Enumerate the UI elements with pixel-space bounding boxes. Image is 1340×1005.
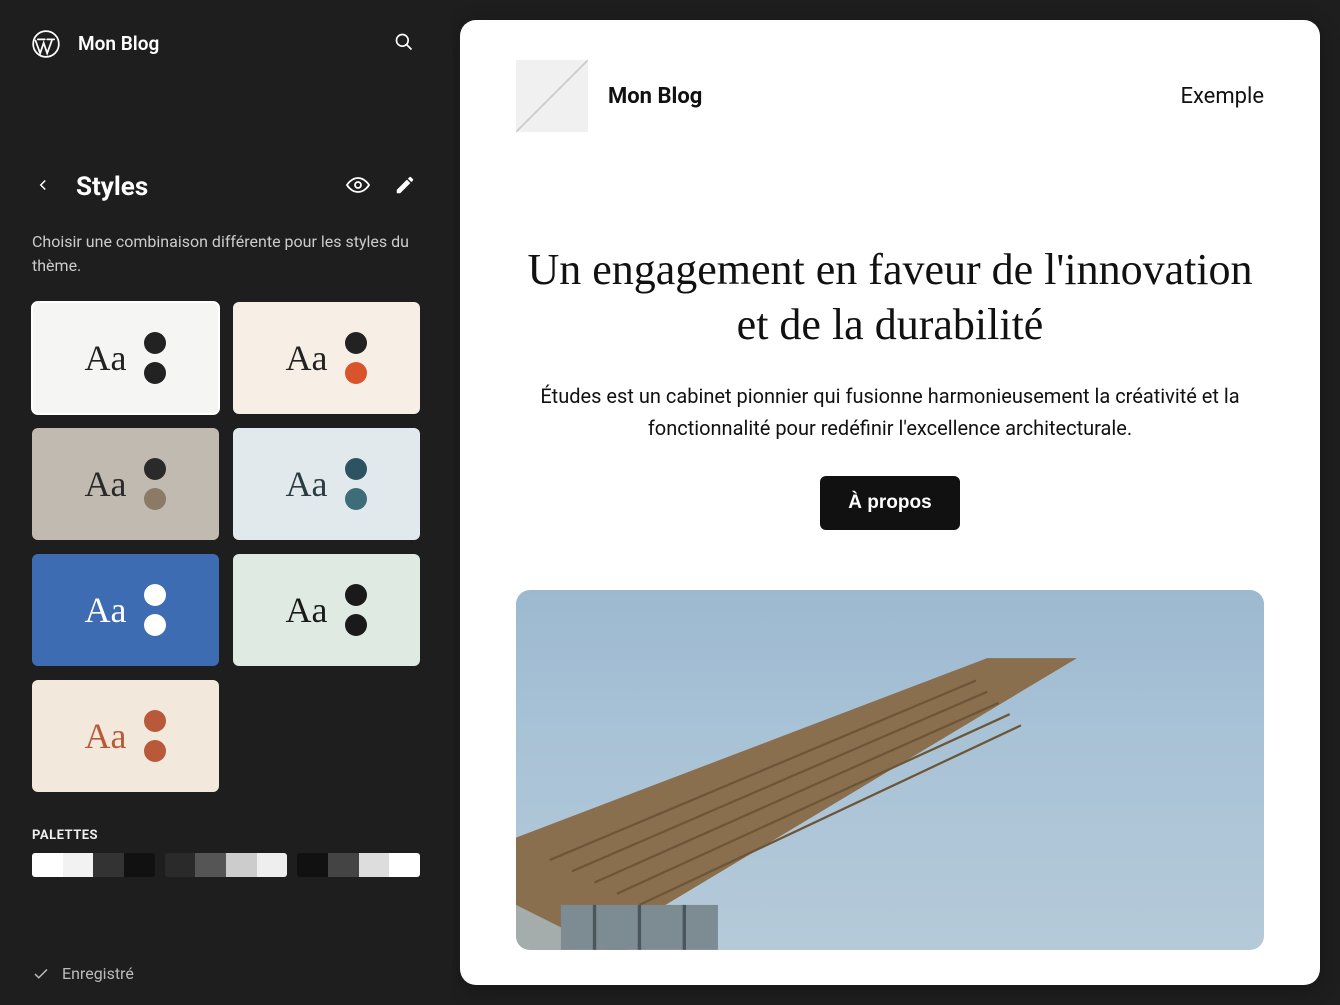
variation-sample-text: Aa — [286, 337, 328, 379]
preview-hero-image — [516, 590, 1264, 950]
preview-cta-button[interactable]: À propos — [820, 476, 959, 530]
preview-site-title[interactable]: Mon Blog — [608, 84, 1160, 109]
variation-color-dots — [144, 458, 166, 510]
style-variation-6[interactable]: Aa — [32, 680, 219, 792]
saved-status: Enregistré — [62, 964, 134, 983]
back-button[interactable] — [30, 172, 56, 201]
site-preview: Mon Blog Exemple Un engagement en faveur… — [460, 20, 1320, 985]
palette-0[interactable] — [32, 853, 155, 877]
palette-2[interactable] — [297, 853, 420, 877]
variation-sample-text: Aa — [85, 463, 127, 505]
variation-color-dots — [144, 584, 166, 636]
variation-color-dots — [144, 710, 166, 762]
preview-site-logo[interactable] — [516, 60, 588, 132]
eye-icon — [346, 173, 370, 197]
preview-hero: Un engagement en faveur de l'innovation … — [460, 172, 1320, 530]
search-button[interactable] — [386, 24, 422, 63]
style-variation-1[interactable]: Aa — [233, 302, 420, 414]
pencil-icon — [394, 174, 416, 196]
variation-sample-text: Aa — [286, 589, 328, 631]
style-variation-0[interactable]: Aa — [32, 302, 219, 414]
search-icon — [394, 32, 414, 52]
preview-header: Mon Blog Exemple — [460, 20, 1320, 172]
variation-color-dots — [345, 458, 367, 510]
variation-sample-text: Aa — [85, 589, 127, 631]
site-title[interactable]: Mon Blog — [78, 32, 370, 55]
edit-button[interactable] — [388, 168, 422, 205]
style-variation-2[interactable]: Aa — [32, 428, 219, 540]
building-illustration — [516, 633, 1077, 950]
sidebar-footer: Enregistré — [0, 942, 452, 1005]
preview-heading: Un engagement en faveur de l'innovation … — [516, 242, 1264, 352]
preview-toggle-button[interactable] — [340, 167, 376, 206]
variation-sample-text: Aa — [85, 337, 127, 379]
preview-subheading: Études est un cabinet pionnier qui fusio… — [540, 380, 1240, 444]
panel-description: Choisir une combinaison différente pour … — [0, 222, 452, 302]
panel-header: Styles — [0, 87, 452, 222]
style-variations-grid: Aa Aa Aa Aa Aa Aa Aa — [0, 302, 452, 792]
preview-nav-item[interactable]: Exemple — [1180, 84, 1264, 109]
style-variation-4[interactable]: Aa — [32, 554, 219, 666]
editor-sidebar: Mon Blog Styles Choisir une combinaison … — [0, 0, 452, 1005]
palettes-section-label: PALETTES — [0, 792, 452, 853]
panel-title: Styles — [76, 172, 328, 202]
style-variation-5[interactable]: Aa — [233, 554, 420, 666]
variation-color-dots — [345, 332, 367, 384]
wordpress-logo-icon[interactable] — [30, 28, 62, 60]
variation-sample-text: Aa — [85, 715, 127, 757]
chevron-left-icon — [34, 176, 52, 194]
palettes-strip — [32, 853, 420, 877]
check-icon — [32, 965, 50, 983]
variation-color-dots — [345, 584, 367, 636]
variation-sample-text: Aa — [286, 463, 328, 505]
style-variation-3[interactable]: Aa — [233, 428, 420, 540]
variation-color-dots — [144, 332, 166, 384]
topbar: Mon Blog — [0, 0, 452, 87]
palette-1[interactable] — [165, 853, 288, 877]
